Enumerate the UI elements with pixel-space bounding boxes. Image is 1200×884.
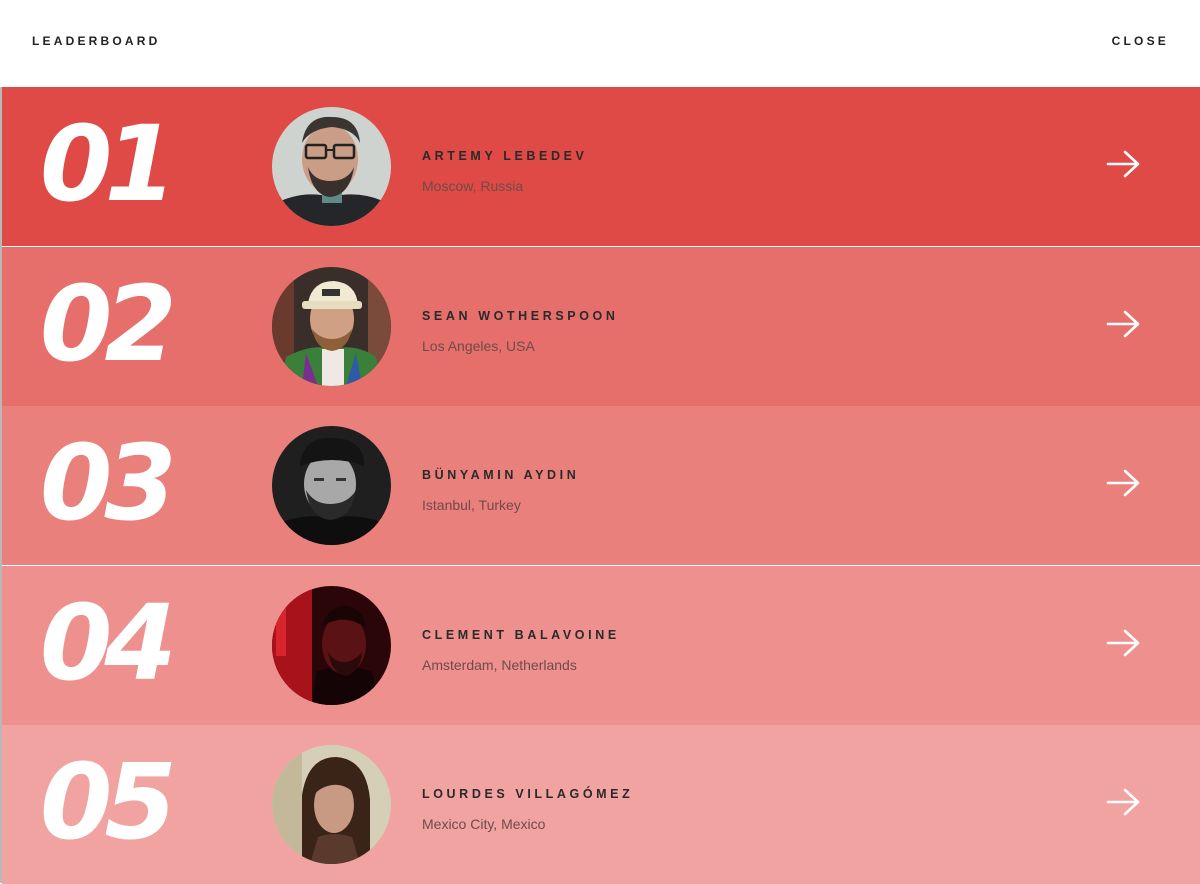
rank-number: 01 [40,103,177,225]
avatar [272,585,391,705]
avatar [272,426,391,545]
player-location: Amsterdam, Netherlands [422,656,577,673]
avatar [272,745,391,864]
player-name: BÜNYAMIN AYDIN [422,468,580,482]
leaderboard-row[interactable]: 03 BÜNYAMIN AYDIN Istanbul, Turkey [2,406,1200,565]
player-location: Los Angeles, USA [422,337,535,354]
avatar [272,266,391,386]
rank-number: 05 [40,741,177,863]
player-location: Moscow, Russia [422,178,524,194]
leaderboard-panel: LEADERBOARD CLOSE 01 ARTEMY LEBEDEV Mosc… [0,0,1200,884]
arrow-right-icon[interactable] [1106,468,1142,498]
rank-number: 03 [40,422,177,544]
page-title: LEADERBOARD [32,34,161,48]
leaderboard-row[interactable]: 05 LOURDES VILLAGÓMEZ Mexico City, Mexic… [2,725,1200,884]
player-name: ARTEMY LEBEDEV [422,149,588,163]
player-name: SEAN WOTHERSPOON [422,308,619,323]
arrow-right-icon[interactable] [1106,149,1142,179]
leaderboard-row[interactable]: 01 ARTEMY LEBEDEV Moscow, Russia [2,87,1200,246]
leaderboard-row[interactable]: 02 SEAN WOTHERSPOON Los Angeles, USA [2,246,1200,406]
leaderboard-row[interactable]: 04 CLEMENT BALAVOINE Amsterdam, Netherla… [2,565,1200,725]
avatar [272,107,391,226]
header-bar: LEADERBOARD CLOSE [0,0,1200,87]
arrow-right-icon[interactable] [1106,309,1142,339]
player-name: LOURDES VILLAGÓMEZ [422,787,634,801]
rank-number: 04 [40,581,177,704]
arrow-right-icon[interactable] [1106,787,1142,817]
player-name: CLEMENT BALAVOINE [422,627,620,642]
close-button[interactable]: CLOSE [1112,34,1169,48]
rank-number: 02 [40,262,177,385]
player-location: Mexico City, Mexico [422,816,546,832]
leaderboard-list: 01 ARTEMY LEBEDEV Moscow, Russia 02 SEAN… [2,87,1200,884]
arrow-right-icon[interactable] [1106,628,1142,658]
player-location: Istanbul, Turkey [422,497,521,513]
